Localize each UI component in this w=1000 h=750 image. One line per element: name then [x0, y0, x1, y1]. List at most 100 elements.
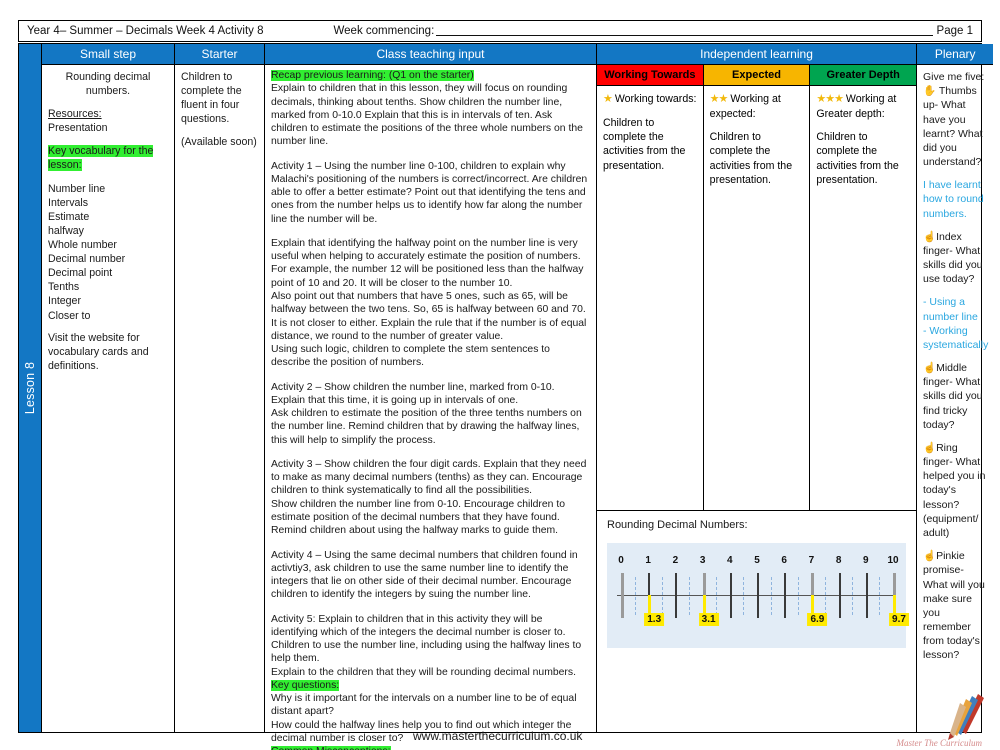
hand-icon: ☝ [923, 550, 937, 563]
starter-text: Children to complete the fluent in four … [181, 71, 242, 125]
number-line-halfway-marker [852, 577, 854, 615]
number-line-tick-label: 4 [727, 555, 733, 566]
cell-title-row: ★★★ Working at Greater depth: [816, 92, 910, 121]
number-line-diagram: 0 1 2 3 4 5 6 7 8 9 10 1.3 3.1 6.9 9.7 [607, 543, 909, 648]
cell-greater-depth: ★★★ Working at Greater depth: Children t… [809, 86, 916, 510]
plenary-question: Thumbs up- What have you learnt? What di… [923, 85, 983, 169]
number-line-tick [675, 573, 678, 618]
number-line-halfway-marker [770, 577, 772, 615]
halfway-paragraph-3: Using such logic, children to complete t… [271, 344, 550, 369]
document-title-bar: Year 4– Summer – Decimals Week 4 Activit… [18, 20, 982, 42]
cell-title-row: ★★ Working at expected: [710, 92, 804, 121]
star-rating-icon: ★★ [709, 93, 729, 105]
star-rating-icon: ★★★ [816, 93, 844, 105]
starter-body: Children to complete the fluent in four … [175, 65, 264, 732]
activity-2-b: Ask children to estimate the position of… [271, 408, 582, 446]
number-line-halfway-marker [825, 577, 826, 615]
vocabulary-item: Intervals [48, 196, 89, 209]
lesson-spine: Lesson 8 [19, 44, 41, 732]
number-line-halfway-marker [689, 577, 690, 615]
number-line-halfway-marker [634, 577, 636, 615]
number-line-tick [865, 573, 868, 618]
vocabulary-list: Number line Intervals Estimate halfway W… [48, 182, 168, 323]
key-vocabulary-heading: Key vocabulary for the lesson: [48, 144, 154, 171]
number-line-tick [729, 573, 732, 618]
cell-title-row: ★ Working towards: [603, 92, 697, 107]
lesson-spine-label: Lesson 8 [23, 361, 37, 415]
vocabulary-item: Number line [48, 182, 106, 195]
column-header-plenary: Plenary [917, 44, 994, 65]
recap-heading: Recap previous learning: (Q1 on the star… [271, 70, 474, 81]
website-url: www.masterthecurriculum.co.uk [413, 729, 583, 743]
band-expected: Expected [702, 65, 810, 86]
activity-3-a: Activity 3 – Show children the four digi… [271, 458, 587, 497]
number-line-halfway-marker [879, 577, 881, 615]
plenary-answer: - Using a number line - Working systemat… [923, 296, 989, 351]
plenary-question: Ring finger- What helped you in today's … [923, 441, 986, 539]
hand-icon: ☝ [923, 362, 937, 375]
attainment-bands: Working Towards Expected Greater Depth [597, 65, 917, 86]
plenary-body: Give me five: ✋ Thumbs up- What have you… [917, 65, 993, 663]
recap-body: Explain to children that in this lesson,… [271, 83, 583, 148]
page-number: Page 1 [936, 25, 973, 37]
starter-availability: (Available soon) [181, 135, 257, 148]
vocabulary-footer-note: Visit the website for vocabulary cards a… [48, 331, 149, 372]
misconceptions-heading: Common Misconceptions: [271, 745, 590, 750]
cell-body: Children to complete the activities from… [603, 116, 686, 172]
logo-wordmark: Master The Curriculum [896, 738, 983, 748]
week-commencing-blank-line[interactable] [436, 25, 933, 36]
column-independent-learning: Independent learning Working Towards Exp… [596, 44, 917, 732]
activity-4: Activity 4 – Using the same decimal numb… [271, 549, 578, 601]
number-line-panel: Rounding Decimal Numbers: 0 1 2 3 4 5 6 7 8 9 10 1.… [597, 511, 916, 732]
vocabulary-item: Closer to [48, 309, 91, 322]
activity-3-b: Show children the number line from 0-10.… [271, 498, 565, 523]
number-line-title: Rounding Decimal Numbers: [607, 519, 748, 531]
number-line-tick-label: 8 [835, 555, 842, 566]
number-line-marker-label: 1.3 [644, 613, 665, 626]
key-question-1: Why is it important for the intervals on… [271, 693, 577, 718]
vocabulary-item: Integer [48, 295, 81, 308]
number-line-marker-label: 3.1 [698, 613, 719, 626]
number-line-halfway-marker [743, 577, 745, 615]
resources-value: Presentation [48, 121, 108, 134]
vocabulary-item: Estimate [48, 210, 90, 223]
activity-1: Activity 1 – Using the number line 0-100… [271, 160, 588, 225]
column-plenary: Plenary Give me five: ✋ Thumbs up- What … [916, 44, 994, 732]
number-line-tick-label: 6 [781, 555, 787, 566]
vocabulary-item: Whole number [48, 239, 117, 252]
column-header-starter: Starter [175, 44, 264, 65]
vocabulary-item: Decimal point [48, 267, 113, 280]
small-step-body: Rounding decimal numbers. Resources: Pre… [42, 65, 174, 732]
cell-expected: ★★ Working at expected: Children to comp… [702, 86, 810, 510]
column-header-small-step: Small step [42, 44, 174, 65]
plenary-item-middle-finger: ☝Middle finger- What skills did you find… [923, 361, 988, 432]
number-line-marker-label: 6.9 [807, 613, 828, 626]
attainment-cells: ★ Working towards: Children to complete … [597, 86, 916, 511]
cell-body: Children to complete the activities from… [816, 131, 899, 187]
activity-5-b: Explain to the children that they will b… [271, 666, 576, 678]
column-small-step: Small step Rounding decimal numbers. Res… [41, 44, 174, 732]
cell-title: Working towards: [614, 93, 697, 105]
hand-icon: ☝ [923, 230, 937, 243]
number-line-halfway-marker [716, 577, 718, 615]
activity-5-a: Activity 5: Explain to children that in … [271, 613, 582, 665]
halfway-paragraph-2: Also point out that numbers that have 5 … [271, 290, 587, 342]
number-line-tick [838, 573, 841, 618]
number-line-tick-label: 0 [618, 555, 624, 566]
cell-working-towards: ★ Working towards: Children to complete … [597, 86, 703, 510]
key-questions-heading: Key questions: [271, 679, 340, 691]
number-line-tick-label: 7 [808, 555, 815, 566]
vocabulary-item: Tenths [48, 281, 80, 294]
plenary-answer: I have learnt how to round numbers. [923, 179, 984, 220]
number-line-halfway-marker [661, 577, 663, 615]
number-line-tick [621, 573, 624, 618]
activity-3-c: Remind children about using the halfway … [271, 525, 559, 537]
number-line-halfway-marker [797, 577, 799, 615]
plenary-intro: Give me five: [923, 71, 985, 83]
band-working-towards: Working Towards [597, 65, 703, 86]
activity-2-a: Activity 2 – Show children the number li… [271, 381, 555, 406]
plenary-item-ring-finger: ☝Ring finger- What helped you in today's… [923, 441, 988, 540]
hand-icon: ☝ [923, 441, 937, 454]
star-rating-icon: ★ [603, 93, 613, 105]
hand-icon: ✋ [923, 85, 937, 98]
